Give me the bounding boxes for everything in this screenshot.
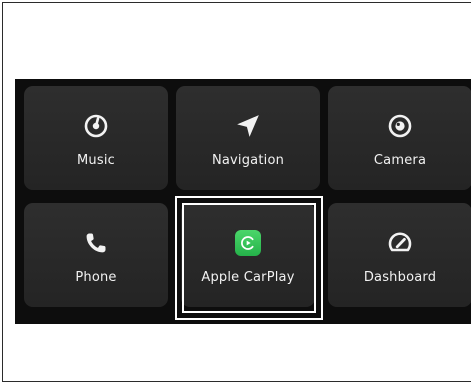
app-tile-apple-carplay[interactable]: Apple CarPlay [181,203,315,307]
phone-icon [82,229,110,257]
app-label: Phone [75,270,117,285]
app-label: Dashboard [363,270,437,285]
app-label: Apple CarPlay [201,270,295,285]
app-tile-music[interactable]: Music [24,86,168,190]
camera-icon [386,112,414,140]
app-label: Navigation [211,153,285,168]
navigation-arrow-icon [234,112,262,140]
carplay-icon [234,229,262,257]
music-icon [82,112,110,140]
speedometer-icon [386,229,414,257]
app-tile-dashboard[interactable]: Dashboard [328,203,471,307]
app-label: Music [77,153,115,168]
app-tile-camera[interactable]: Camera [328,86,471,190]
app-tile-phone[interactable]: Phone [24,203,168,307]
infotainment-screen: Music Navigation Camera Phone Apple CarP… [15,79,471,324]
app-tile-navigation[interactable]: Navigation [176,86,320,190]
app-label: Camera [373,153,427,168]
